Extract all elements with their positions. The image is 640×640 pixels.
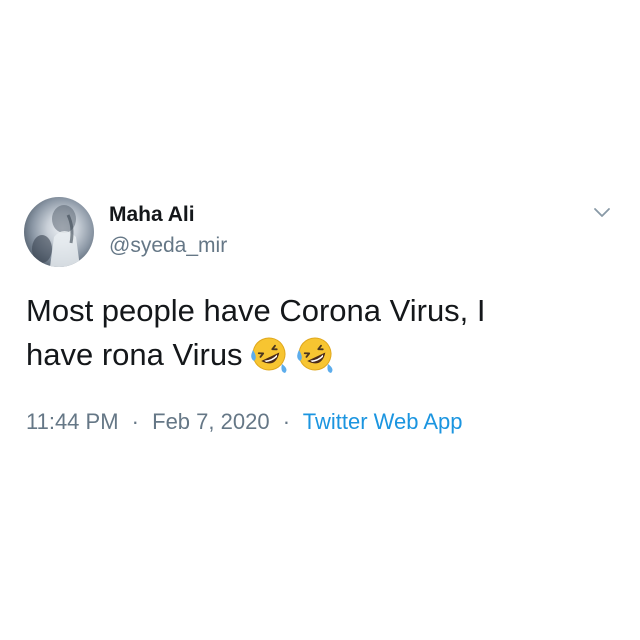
- tweet-text-line-2: have rona Virus: [26, 337, 243, 372]
- meta-separator: ·: [131, 409, 139, 434]
- tweet-source-link[interactable]: Twitter Web App: [303, 409, 463, 434]
- avatar-image: [32, 205, 80, 267]
- user-handle[interactable]: @syeda_mir: [109, 234, 227, 258]
- tweet-text-line-2-wrap: have rona Virus: [26, 333, 616, 377]
- tweet-time[interactable]: 11:44 PM: [26, 409, 119, 434]
- meta-separator: ·: [282, 409, 291, 434]
- tweet-meta: 11:44 PM · Feb 7, 2020 · Twitter Web App: [26, 409, 463, 435]
- rolling-on-floor-laughing-icon: [249, 334, 289, 374]
- tweet-card: Maha Ali @syeda_mir Most people have Cor…: [0, 0, 640, 640]
- avatar[interactable]: [24, 197, 94, 267]
- tweet-date[interactable]: Feb 7, 2020: [152, 409, 269, 434]
- chevron-down-icon[interactable]: [593, 206, 611, 220]
- display-name[interactable]: Maha Ali: [109, 203, 195, 227]
- rolling-on-floor-laughing-icon: [295, 334, 335, 374]
- tweet-text-line-1: Most people have Corona Virus, I: [26, 293, 486, 328]
- tweet-text: Most people have Corona Virus, I have ro…: [26, 289, 616, 377]
